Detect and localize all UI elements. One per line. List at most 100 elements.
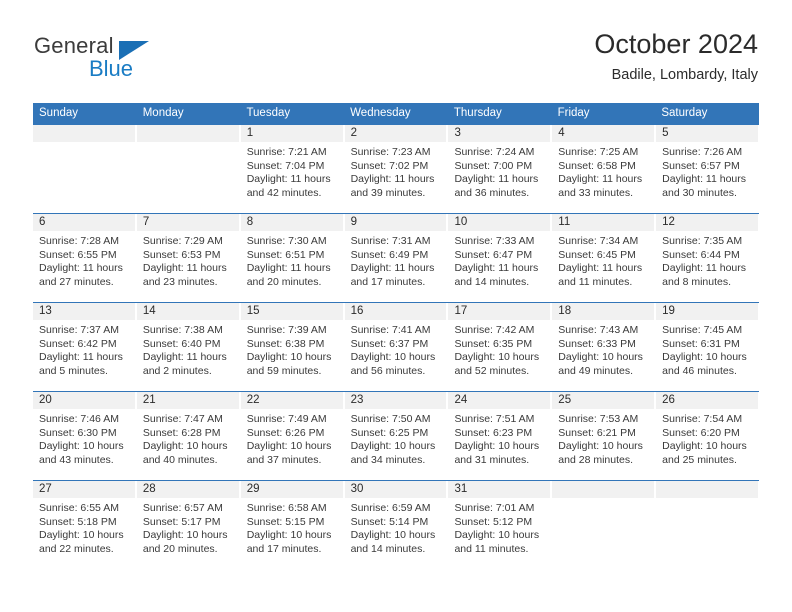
day-number-band [552, 481, 656, 498]
day-cell[interactable]: 29 Sunrise: 6:58 AM Sunset: 5:15 PM Dayl… [240, 481, 345, 569]
day-cell[interactable]: 23 Sunrise: 7:50 AM Sunset: 6:25 PM Dayl… [344, 392, 449, 480]
day-cell[interactable]: 21 Sunrise: 7:47 AM Sunset: 6:28 PM Dayl… [136, 392, 241, 480]
day-cell[interactable]: 8 Sunrise: 7:30 AM Sunset: 6:51 PM Dayli… [240, 214, 345, 302]
day-cell[interactable]: 5 Sunrise: 7:26 AM Sunset: 6:57 PM Dayli… [656, 125, 760, 213]
day-cell[interactable]: 10 Sunrise: 7:33 AM Sunset: 6:47 PM Dayl… [448, 214, 553, 302]
day-cell[interactable]: 24 Sunrise: 7:51 AM Sunset: 6:23 PM Dayl… [448, 392, 553, 480]
sunrise-text: Sunrise: 7:29 AM [142, 235, 223, 247]
day-cell[interactable] [656, 481, 760, 569]
sunrise-text: Sunrise: 6:58 AM [246, 502, 327, 514]
day-cell[interactable] [552, 481, 657, 569]
day-number: 13 [39, 305, 52, 317]
day-cell[interactable]: 2 Sunrise: 7:23 AM Sunset: 7:02 PM Dayli… [344, 125, 449, 213]
day-cell[interactable]: 4 Sunrise: 7:25 AM Sunset: 6:58 PM Dayli… [552, 125, 657, 213]
day-number: 20 [39, 394, 52, 406]
daylight-text-line2: and 2 minutes. [142, 364, 212, 377]
day-info: Sunrise: 7:43 AM Sunset: 6:33 PM Dayligh… [552, 320, 655, 378]
day-cell[interactable]: 13 Sunrise: 7:37 AM Sunset: 6:42 PM Dayl… [33, 303, 137, 391]
sunset-text: Sunset: 5:18 PM [39, 515, 117, 528]
sunrise-text: Sunrise: 7:31 AM [350, 235, 431, 247]
daylight-text-line1: Daylight: 11 hours [454, 173, 539, 186]
sunrise-text: Sunrise: 7:38 AM [142, 324, 223, 336]
day-cell[interactable]: 26 Sunrise: 7:54 AM Sunset: 6:20 PM Dayl… [656, 392, 760, 480]
sunrise-text: Sunrise: 7:45 AM [662, 324, 743, 336]
day-cell[interactable] [33, 125, 137, 213]
day-number: 14 [142, 305, 156, 317]
day-cell[interactable]: 31 Sunrise: 7:01 AM Sunset: 5:12 PM Dayl… [448, 481, 553, 569]
sunrise-text: Sunrise: 7:54 AM [662, 413, 743, 425]
weekday-header-thursday: Thursday [453, 107, 502, 119]
day-info: Sunrise: 7:46 AM Sunset: 6:30 PM Dayligh… [33, 409, 136, 467]
day-number: 3 [454, 127, 461, 139]
day-info [33, 142, 136, 146]
day-number: 19 [662, 305, 675, 317]
week-row: 13 Sunrise: 7:37 AM Sunset: 6:42 PM Dayl… [33, 302, 760, 391]
day-number-band: 19 [656, 303, 760, 320]
daylight-text-line1: Daylight: 10 hours [39, 440, 124, 453]
day-number: 28 [142, 483, 156, 495]
sunset-text: Sunset: 6:44 PM [662, 248, 740, 261]
day-number-band: 31 [448, 481, 552, 498]
day-cell[interactable]: 16 Sunrise: 7:41 AM Sunset: 6:37 PM Dayl… [344, 303, 449, 391]
day-cell[interactable]: 14 Sunrise: 7:38 AM Sunset: 6:40 PM Dayl… [136, 303, 241, 391]
day-number-band: 5 [656, 125, 760, 142]
day-cell[interactable] [136, 125, 241, 213]
daylight-text-line1: Daylight: 11 hours [662, 262, 747, 275]
weekday-header-friday: Friday [557, 107, 590, 119]
day-number-band: 20 [33, 392, 136, 409]
day-cell[interactable]: 18 Sunrise: 7:43 AM Sunset: 6:33 PM Dayl… [552, 303, 657, 391]
day-cell[interactable]: 3 Sunrise: 7:24 AM Sunset: 7:00 PM Dayli… [448, 125, 553, 213]
sunset-text: Sunset: 5:14 PM [350, 515, 429, 528]
daylight-text-line1: Daylight: 11 hours [39, 262, 123, 275]
weekday-header-tuesday: Tuesday [246, 107, 291, 119]
day-cell[interactable]: 11 Sunrise: 7:34 AM Sunset: 6:45 PM Dayl… [552, 214, 657, 302]
day-number-band: 28 [136, 481, 240, 498]
day-number: 8 [246, 216, 254, 228]
day-cell[interactable]: 28 Sunrise: 6:57 AM Sunset: 5:17 PM Dayl… [136, 481, 241, 569]
day-number-band: 25 [552, 392, 656, 409]
day-number-band: 15 [240, 303, 344, 320]
sunset-text: Sunset: 6:57 PM [662, 159, 740, 172]
daylight-text-line1: Daylight: 10 hours [454, 351, 540, 364]
day-cell[interactable]: 9 Sunrise: 7:31 AM Sunset: 6:49 PM Dayli… [344, 214, 449, 302]
day-info: Sunrise: 6:58 AM Sunset: 5:15 PM Dayligh… [241, 498, 344, 556]
day-cell[interactable]: 20 Sunrise: 7:46 AM Sunset: 6:30 PM Dayl… [33, 392, 137, 480]
weekday-header-row: Sunday Monday Tuesday Wednesday Thursday… [33, 103, 759, 124]
day-cell[interactable]: 19 Sunrise: 7:45 AM Sunset: 6:31 PM Dayl… [656, 303, 760, 391]
day-number-band: 1 [240, 125, 344, 142]
sunset-text: Sunset: 6:20 PM [662, 426, 740, 439]
daylight-text-line2: and 17 minutes. [350, 275, 426, 288]
day-info: Sunrise: 7:25 AM Sunset: 6:58 PM Dayligh… [552, 142, 655, 200]
day-cell[interactable]: 7 Sunrise: 7:29 AM Sunset: 6:53 PM Dayli… [136, 214, 241, 302]
daylight-text-line1: Daylight: 11 hours [350, 262, 435, 275]
sunrise-text: Sunrise: 7:33 AM [454, 235, 535, 247]
day-cell[interactable]: 30 Sunrise: 6:59 AM Sunset: 5:14 PM Dayl… [344, 481, 449, 569]
day-number: 27 [39, 483, 52, 495]
day-cell[interactable]: 22 Sunrise: 7:49 AM Sunset: 6:26 PM Dayl… [240, 392, 345, 480]
day-number-band: 2 [344, 125, 448, 142]
day-info: Sunrise: 7:34 AM Sunset: 6:45 PM Dayligh… [552, 231, 655, 289]
day-number-band: 13 [33, 303, 136, 320]
general-blue-logo[interactable]: General Blue [34, 34, 234, 84]
page-title: October 2024 [594, 29, 758, 59]
day-number-band: 9 [344, 214, 448, 231]
day-info: Sunrise: 6:55 AM Sunset: 5:18 PM Dayligh… [33, 498, 136, 556]
day-cell[interactable]: 15 Sunrise: 7:39 AM Sunset: 6:38 PM Dayl… [240, 303, 345, 391]
day-info: Sunrise: 7:54 AM Sunset: 6:20 PM Dayligh… [656, 409, 759, 467]
sunrise-text: Sunrise: 7:23 AM [350, 146, 431, 158]
day-number-band: 29 [240, 481, 344, 498]
day-number: 2 [350, 127, 357, 139]
day-cell[interactable]: 25 Sunrise: 7:53 AM Sunset: 6:21 PM Dayl… [552, 392, 657, 480]
day-cell[interactable]: 12 Sunrise: 7:35 AM Sunset: 6:44 PM Dayl… [656, 214, 760, 302]
daylight-text-line1: Daylight: 11 hours [246, 173, 331, 186]
day-cell[interactable]: 17 Sunrise: 7:42 AM Sunset: 6:35 PM Dayl… [448, 303, 553, 391]
day-cell[interactable]: 6 Sunrise: 7:28 AM Sunset: 6:55 PM Dayli… [33, 214, 137, 302]
day-number-band: 22 [240, 392, 344, 409]
sunrise-text: Sunrise: 7:21 AM [246, 146, 327, 158]
day-cell[interactable]: 27 Sunrise: 6:55 AM Sunset: 5:18 PM Dayl… [33, 481, 137, 569]
day-number-band: 3 [448, 125, 552, 142]
sunrise-text: Sunrise: 7:50 AM [350, 413, 431, 425]
day-cell[interactable]: 1 Sunrise: 7:21 AM Sunset: 7:04 PM Dayli… [240, 125, 345, 213]
logo-text-general: General [34, 33, 114, 58]
sunset-text: Sunset: 6:38 PM [246, 337, 325, 350]
